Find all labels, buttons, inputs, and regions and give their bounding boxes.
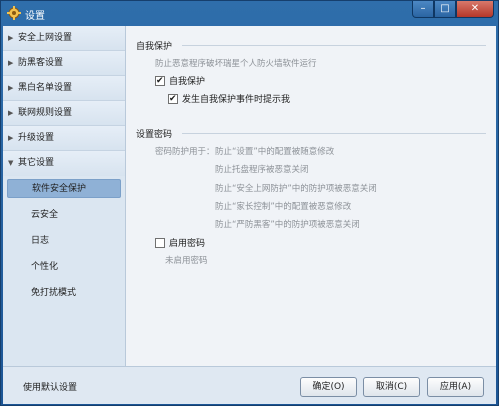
- sidebar-item-label: 联网规则设置: [18, 108, 73, 118]
- cancel-button[interactable]: 取消(C): [363, 377, 420, 397]
- notify-checkbox[interactable]: [168, 93, 178, 104]
- sidebar-item-other[interactable]: ▼ 其它设置: [3, 151, 125, 176]
- chevron-right-icon: ▶: [8, 59, 14, 67]
- content-panel: 自我保护 防止恶意程序破坏瑞星个人防火墙软件运行 自我保护 发生自我保护事件时提…: [127, 26, 496, 366]
- sidebar-item-label: 安全上网设置: [18, 33, 73, 43]
- settings-window: 设置 – □ ✕ ▶ 安全上网设置 ▶ 防黑客设置 ▶ 黑白名单设置 ▶ 联网规…: [0, 0, 499, 406]
- self-protect-checkbox-row[interactable]: 自我保护: [155, 74, 205, 87]
- close-button[interactable]: ✕: [456, 1, 494, 18]
- window-controls: – □ ✕: [412, 1, 494, 19]
- self-protect-description: 防止恶意程序破坏瑞星个人防火墙软件运行: [155, 59, 317, 69]
- section-divider: [182, 133, 486, 134]
- section-title-self-protect: 自我保护: [136, 42, 173, 52]
- sidebar-item-label: 防黑客设置: [18, 58, 64, 68]
- sidebar-item-safe-browsing[interactable]: ▶ 安全上网设置: [3, 26, 125, 51]
- sidebar-subitem-software-protection[interactable]: 软件安全保护: [7, 179, 121, 198]
- sidebar-item-upgrade[interactable]: ▶ 升级设置: [3, 126, 125, 151]
- chevron-right-icon: ▶: [8, 109, 14, 117]
- sidebar-item-black-white-list[interactable]: ▶ 黑白名单设置: [3, 76, 125, 101]
- enable-password-checkbox-row[interactable]: 启用密码: [155, 236, 205, 249]
- self-protect-label: 自我保护: [169, 77, 206, 87]
- minimize-button[interactable]: –: [412, 1, 434, 18]
- sidebar: ▶ 安全上网设置 ▶ 防黑客设置 ▶ 黑白名单设置 ▶ 联网规则设置 ▶ 升级设…: [3, 26, 126, 366]
- section-divider: [182, 45, 486, 46]
- sidebar-subitem-log[interactable]: 日志: [3, 228, 125, 254]
- chevron-down-icon: ▼: [8, 159, 14, 167]
- window-title: 设置: [25, 11, 45, 22]
- sidebar-subitem-cloud-security[interactable]: 云安全: [3, 202, 125, 228]
- notify-label: 发生自我保护事件时提示我: [182, 95, 291, 105]
- password-protect-item: 防止“家长控制”中的配置被恶意修改: [215, 202, 352, 212]
- enable-password-checkbox[interactable]: [155, 237, 165, 248]
- sidebar-item-label: 其它设置: [18, 158, 55, 168]
- sidebar-subitem-do-not-disturb[interactable]: 免打扰模式: [3, 280, 125, 306]
- chevron-right-icon: ▶: [8, 34, 14, 42]
- password-protect-item: 防止“设置”中的配置被随意修改: [215, 147, 335, 157]
- sidebar-item-label: 升级设置: [18, 133, 55, 143]
- sidebar-item-network-rules[interactable]: ▶ 联网规则设置: [3, 101, 125, 126]
- password-intro: 密码防护用于：: [155, 147, 215, 157]
- maximize-button[interactable]: □: [434, 1, 456, 18]
- chevron-right-icon: ▶: [8, 134, 14, 142]
- client-area: ▶ 安全上网设置 ▶ 防黑客设置 ▶ 黑白名单设置 ▶ 联网规则设置 ▶ 升级设…: [3, 26, 496, 404]
- chevron-right-icon: ▶: [8, 84, 14, 92]
- self-protect-checkbox[interactable]: [155, 75, 165, 86]
- password-status: 未启用密码: [165, 256, 208, 266]
- enable-password-label: 启用密码: [169, 239, 206, 249]
- section-title-password: 设置密码: [136, 130, 173, 140]
- password-protect-item: 防止“安全上网防护”中的防护项被恶意关闭: [215, 184, 377, 194]
- gear-icon: [7, 6, 21, 20]
- password-protect-item: 防止托盘程序被恶意关闭: [215, 165, 309, 175]
- use-default-settings-link[interactable]: 使用默认设置: [23, 380, 77, 393]
- footer-bar: 使用默认设置 确定(O) 取消(C) 应用(A): [3, 366, 496, 404]
- sidebar-item-label: 黑白名单设置: [18, 83, 73, 93]
- ok-button[interactable]: 确定(O): [300, 377, 357, 397]
- sidebar-item-anti-hacker[interactable]: ▶ 防黑客设置: [3, 51, 125, 76]
- notify-checkbox-row[interactable]: 发生自我保护事件时提示我: [168, 92, 290, 105]
- title-bar[interactable]: 设置 – □ ✕: [1, 1, 498, 25]
- sidebar-subitem-personalize[interactable]: 个性化: [3, 254, 125, 280]
- password-protect-item: 防止“严防黑客”中的防护项被恶意关闭: [215, 220, 360, 230]
- apply-button[interactable]: 应用(A): [427, 377, 484, 397]
